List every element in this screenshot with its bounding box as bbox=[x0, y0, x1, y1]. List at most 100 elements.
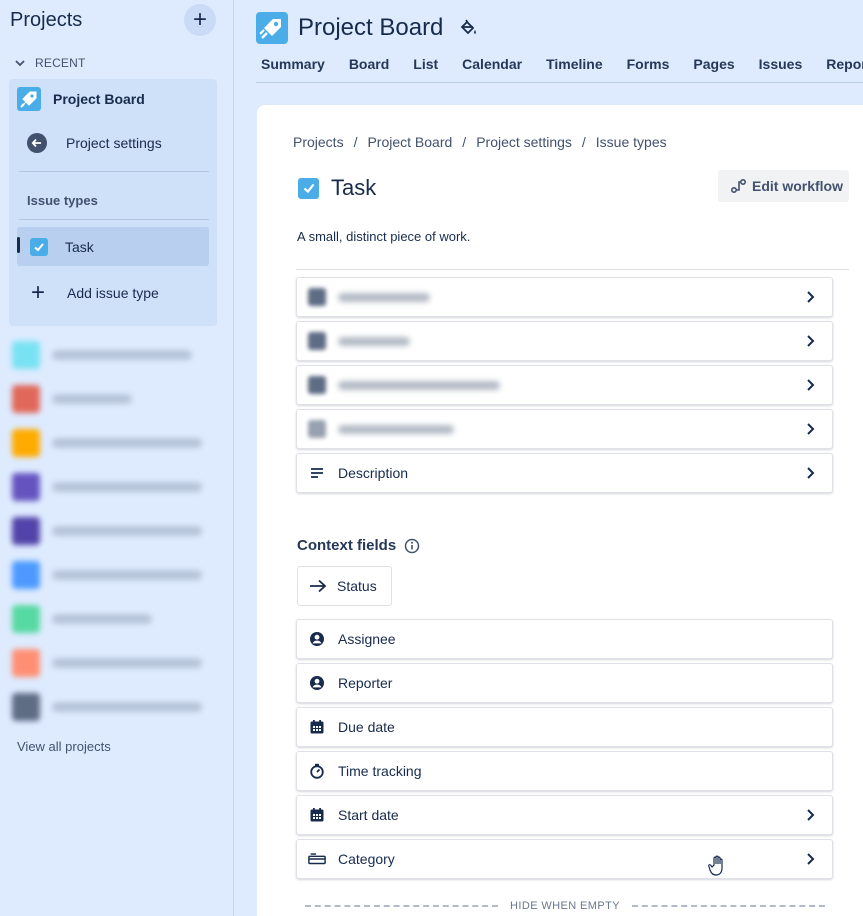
tab-reports[interactable]: Reports bbox=[826, 56, 863, 72]
divider bbox=[19, 219, 209, 220]
project-avatar-icon bbox=[12, 429, 40, 457]
description-field[interactable]: Description bbox=[296, 453, 833, 493]
sidebar-project-name: Project Board bbox=[53, 91, 145, 107]
info-icon[interactable] bbox=[404, 538, 420, 554]
tab-calendar[interactable]: Calendar bbox=[462, 56, 522, 72]
add-issue-type-button[interactable]: + Add issue type bbox=[27, 281, 159, 305]
context-field-reporter[interactable]: Reporter bbox=[296, 663, 833, 703]
task-checkbox-icon bbox=[30, 237, 48, 256]
current-project-panel: Project Board Project settings Issue typ… bbox=[9, 79, 217, 326]
project-name bbox=[52, 350, 192, 360]
breadcrumb-item[interactable]: Project settings bbox=[476, 134, 572, 150]
hand-cursor-icon bbox=[708, 855, 723, 876]
arrow-right-icon bbox=[310, 579, 327, 593]
project-name bbox=[52, 614, 152, 624]
status-label: Status bbox=[337, 578, 377, 594]
project-name bbox=[52, 658, 202, 668]
sidebar-back-to-settings[interactable]: Project settings bbox=[27, 133, 162, 153]
project-logo-icon bbox=[256, 12, 288, 44]
divider bbox=[19, 171, 209, 172]
stopwatch-icon bbox=[308, 762, 326, 780]
field-label bbox=[338, 424, 454, 434]
paint-bucket-icon[interactable] bbox=[458, 18, 478, 38]
project-tabs: Summary Board List Calendar Timeline Forms Pag… bbox=[261, 56, 863, 72]
tab-pages[interactable]: Pages bbox=[693, 56, 734, 72]
view-all-projects-link[interactable]: View all projects bbox=[17, 739, 111, 754]
tab-issues[interactable]: Issues bbox=[759, 56, 803, 72]
person-icon bbox=[308, 674, 326, 692]
field-icon bbox=[308, 288, 326, 306]
recent-project-item[interactable] bbox=[12, 333, 202, 377]
edit-workflow-button[interactable]: Edit workflow bbox=[718, 170, 849, 202]
tab-timeline[interactable]: Timeline bbox=[546, 56, 603, 72]
sidebar-settings-label: Project settings bbox=[66, 135, 162, 151]
recent-project-item[interactable] bbox=[12, 685, 202, 729]
recent-project-item[interactable] bbox=[12, 509, 202, 553]
tab-forms[interactable]: Forms bbox=[627, 56, 670, 72]
chevron-right-icon bbox=[807, 335, 815, 347]
description-field-row[interactable] bbox=[296, 277, 833, 317]
project-avatar-icon bbox=[12, 649, 40, 677]
description-field-row[interactable] bbox=[296, 321, 833, 361]
person-icon bbox=[308, 630, 326, 648]
chevron-right-icon bbox=[807, 853, 815, 865]
context-fields-title: Context fields bbox=[297, 537, 397, 554]
workflow-icon bbox=[730, 178, 747, 194]
hide-when-empty-label: HIDE WHEN EMPTY bbox=[510, 900, 620, 912]
chevron-right-icon bbox=[807, 467, 815, 479]
sidebar-project-item[interactable]: Project Board bbox=[17, 87, 145, 111]
tab-list[interactable]: List bbox=[413, 56, 438, 72]
tab-summary[interactable]: Summary bbox=[261, 56, 325, 72]
project-avatar-icon bbox=[12, 517, 40, 545]
plus-icon: + bbox=[30, 279, 45, 306]
text-lines-icon bbox=[308, 464, 326, 482]
recent-projects-list bbox=[12, 333, 202, 729]
field-label: Category bbox=[338, 851, 395, 867]
selected-indicator bbox=[17, 237, 20, 253]
recent-project-item[interactable] bbox=[12, 421, 202, 465]
recent-project-item[interactable] bbox=[12, 641, 202, 685]
context-field-category[interactable]: Category bbox=[296, 839, 833, 879]
sidebar: Projects + RECENT Project Board Project … bbox=[0, 0, 234, 916]
context-field-time-tracking[interactable]: Time tracking bbox=[296, 751, 833, 791]
breadcrumb-item[interactable]: Project Board bbox=[367, 134, 452, 150]
project-avatar-icon bbox=[12, 693, 40, 721]
breadcrumb-item[interactable]: Projects bbox=[293, 134, 344, 150]
context-field-assignee[interactable]: Assignee bbox=[296, 619, 833, 659]
chevron-right-icon bbox=[807, 291, 815, 303]
sidebar-item-label: Task bbox=[65, 238, 94, 255]
recent-project-item[interactable] bbox=[12, 597, 202, 641]
status-field[interactable]: Status bbox=[297, 566, 392, 606]
dashed-line bbox=[305, 905, 499, 907]
chevron-right-icon bbox=[807, 809, 815, 821]
recent-project-item[interactable] bbox=[12, 553, 202, 597]
sidebar-title: Projects bbox=[10, 9, 83, 31]
breadcrumb-item: Issue types bbox=[595, 134, 667, 150]
recent-project-item[interactable] bbox=[12, 465, 202, 509]
context-field-start-date[interactable]: Start date bbox=[296, 795, 833, 835]
create-project-button[interactable]: + bbox=[184, 4, 216, 36]
context-field-due-date[interactable]: Due date bbox=[296, 707, 833, 747]
sidebar-item-task[interactable]: Task bbox=[17, 227, 209, 266]
recent-project-item[interactable] bbox=[12, 377, 202, 421]
calendar-icon bbox=[308, 806, 326, 824]
rocket-project-icon bbox=[17, 87, 41, 111]
task-checkbox-icon bbox=[298, 177, 319, 199]
field-label: Due date bbox=[338, 719, 395, 735]
field-label bbox=[338, 336, 410, 346]
field-label: Reporter bbox=[338, 675, 393, 691]
recent-toggle[interactable]: RECENT bbox=[14, 56, 86, 70]
description-field-row[interactable] bbox=[296, 409, 833, 449]
tab-board[interactable]: Board bbox=[349, 56, 389, 72]
hide-when-empty-divider: HIDE WHEN EMPTY bbox=[305, 900, 825, 912]
project-name bbox=[52, 702, 202, 712]
calendar-icon bbox=[308, 718, 326, 736]
project-name bbox=[52, 438, 202, 448]
project-name bbox=[52, 482, 202, 492]
issue-type-title: Task bbox=[331, 175, 377, 200]
context-fields-heading: Context fields bbox=[297, 537, 420, 554]
field-label: Assignee bbox=[338, 631, 396, 647]
project-avatar-icon bbox=[12, 605, 40, 633]
description-field-row[interactable] bbox=[296, 365, 833, 405]
category-icon bbox=[308, 850, 326, 868]
